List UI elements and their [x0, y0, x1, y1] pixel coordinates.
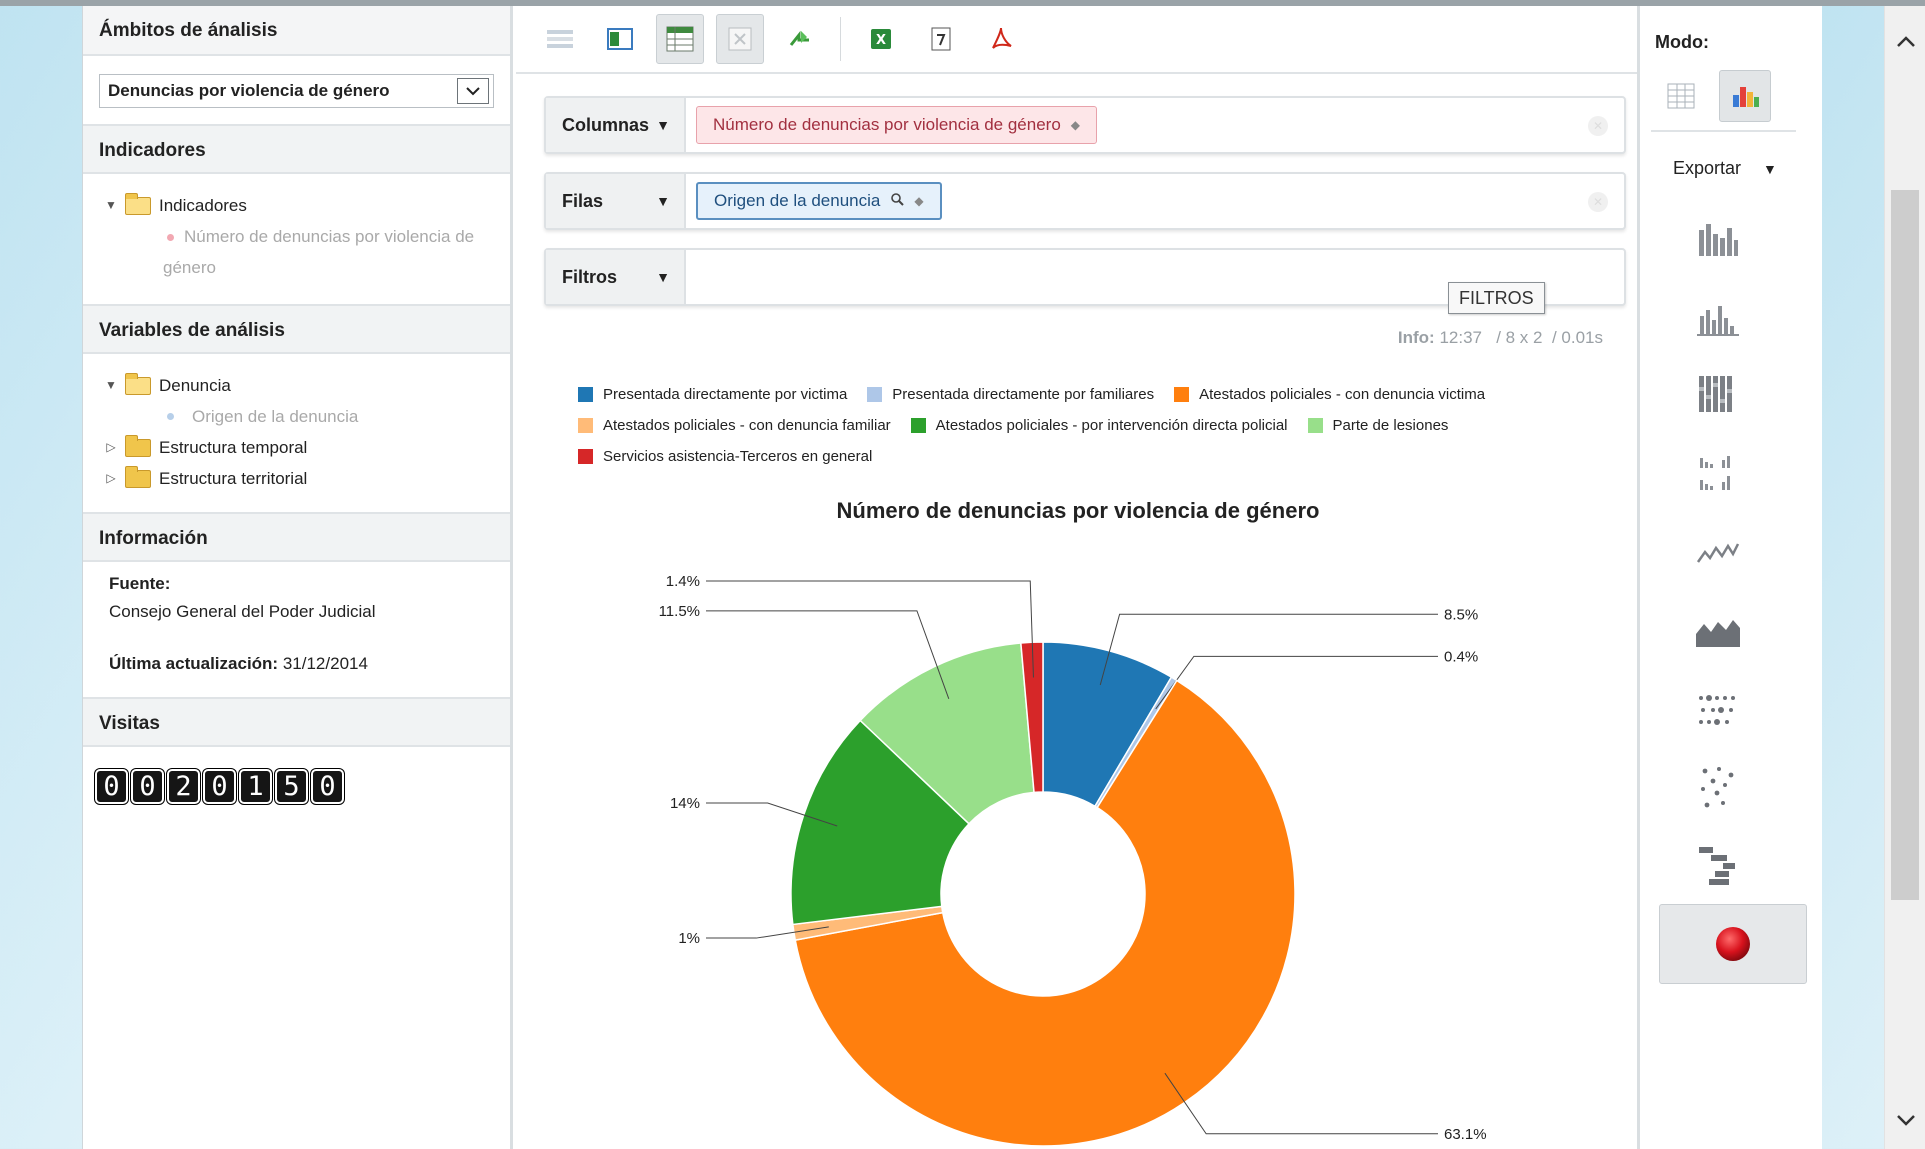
slice-data-label: 63.1% [1444, 1126, 1487, 1143]
slice-data-label: 8.5% [1444, 606, 1478, 623]
visit-counter: 0 0 2 0 1 5 0 [83, 747, 510, 804]
tree-folder-label: Indicadores [159, 196, 247, 215]
tree-leaf-label: Origen de la denuncia [192, 407, 359, 426]
dot-plot-icon[interactable] [1688, 680, 1748, 740]
slice-data-label: 1% [678, 930, 700, 947]
expanded-triangle-icon[interactable]: ▼ [105, 370, 117, 401]
tree-folder-label: Estructura temporal [159, 438, 308, 457]
counter-digit: 0 [131, 769, 164, 804]
variables-heading: Variables de análisis [83, 304, 510, 354]
slice-data-label: 1.4% [666, 573, 700, 590]
slice-data-label: 0.4% [1444, 648, 1478, 665]
counter-digit: 0 [95, 769, 128, 804]
informacion-heading: Información [83, 512, 510, 562]
tree-folder-temporal[interactable]: ▷ Estructura temporal [105, 432, 496, 463]
indicadores-tree: ▼ Indicadores Número de denuncias por vi… [83, 174, 510, 304]
counter-digit: 0 [311, 769, 344, 804]
chart-mode-icon[interactable] [1719, 70, 1771, 122]
ambito-select-value: Denuncias por violencia de género [108, 81, 390, 100]
stacked-100-chart-icon[interactable] [1688, 364, 1748, 424]
vertical-scrollbar[interactable] [1884, 6, 1925, 1149]
variables-tree: ▼ Denuncia Origen de la denuncia ▷ Estru… [83, 354, 510, 512]
pie-chart-type-selected[interactable] [1659, 904, 1807, 984]
exportar-dropdown[interactable]: Exportar ▼ [1673, 158, 1777, 179]
right-panel: Modo: Exportar ▼ [1643, 6, 1807, 1149]
bullet-dot-icon [167, 234, 174, 242]
folder-open-icon [125, 372, 151, 395]
collapsed-triangle-icon[interactable]: ▷ [105, 432, 117, 463]
app-window: Ámbitos de ánalisis Denuncias por violen… [82, 6, 1822, 1149]
tree-folder-denuncia[interactable]: ▼ Denuncia [105, 370, 496, 401]
expanded-triangle-icon[interactable]: ▼ [105, 190, 117, 221]
collapsed-triangle-icon[interactable]: ▷ [105, 463, 117, 494]
stacked-bar-chart-icon[interactable] [1688, 208, 1748, 268]
main-panel: X Columnas ▼ Número de denuncias por vio… [516, 6, 1640, 1149]
scrollbar-thumb[interactable] [1891, 190, 1919, 900]
fuente-value: Consejo General del Poder Judicial [109, 602, 376, 621]
counter-digit: 5 [275, 769, 308, 804]
bar-chart-icon[interactable] [1688, 290, 1748, 350]
waterfall-chart-icon[interactable] [1688, 836, 1748, 896]
line-chart-icon[interactable] [1688, 522, 1748, 582]
actualizacion-value: 31/12/2014 [282, 654, 368, 673]
counter-digit: 1 [239, 769, 272, 804]
tree-leaf-indicador[interactable]: Número de denuncias por violencia de gén… [123, 221, 496, 283]
tree-folder-label: Estructura territorial [159, 469, 308, 488]
indicadores-heading: Indicadores [83, 124, 510, 174]
fuente-label: Fuente: [109, 574, 171, 593]
scroll-up-icon[interactable] [1885, 12, 1925, 72]
tree-leaf-label: Número de denuncias por violencia de gén… [163, 227, 475, 277]
tree-folder-territorial[interactable]: ▷ Estructura territorial [105, 463, 496, 494]
modo-label: Modo: [1655, 32, 1709, 52]
chevron-down-icon[interactable] [457, 78, 489, 104]
multiple-bar-chart-icon[interactable] [1688, 442, 1748, 502]
folder-icon [125, 434, 151, 457]
slice-data-label: 11.5% [659, 603, 700, 620]
ambitos-heading: Ámbitos de ánalisis [83, 6, 510, 56]
scroll-down-icon[interactable] [1885, 1090, 1925, 1149]
informacion-panel: Fuente: Consejo General del Poder Judici… [83, 562, 510, 697]
visitas-heading: Visitas [83, 697, 510, 747]
counter-digit: 0 [203, 769, 236, 804]
bullet-dot-icon [167, 413, 174, 420]
area-chart-icon[interactable] [1688, 602, 1748, 662]
exportar-label: Exportar [1673, 158, 1742, 178]
folder-open-icon [125, 192, 151, 215]
tree-folder-indicadores[interactable]: ▼ Indicadores [105, 190, 496, 221]
actualizacion-label: Última actualización: [109, 654, 279, 673]
scatter-plot-icon[interactable] [1688, 758, 1748, 818]
donut-chart: 8.5% 0.4% 63.1% 1% 14% 11.5% 1.4% [659, 573, 1487, 1147]
ambito-select[interactable]: Denuncias por violencia de género [99, 74, 494, 108]
pie-chart-icon [1716, 927, 1750, 961]
counter-digit: 2 [167, 769, 200, 804]
tree-leaf-origen[interactable]: Origen de la denuncia [105, 401, 496, 432]
folder-icon [125, 465, 151, 488]
table-mode-icon[interactable] [1655, 70, 1707, 122]
slice-data-label: 14% [670, 795, 700, 812]
tree-folder-label: Denuncia [159, 376, 231, 395]
triangle-down-icon[interactable]: ▼ [1763, 161, 1777, 177]
left-sidebar: Ámbitos de ánalisis Denuncias por violen… [83, 6, 513, 1149]
